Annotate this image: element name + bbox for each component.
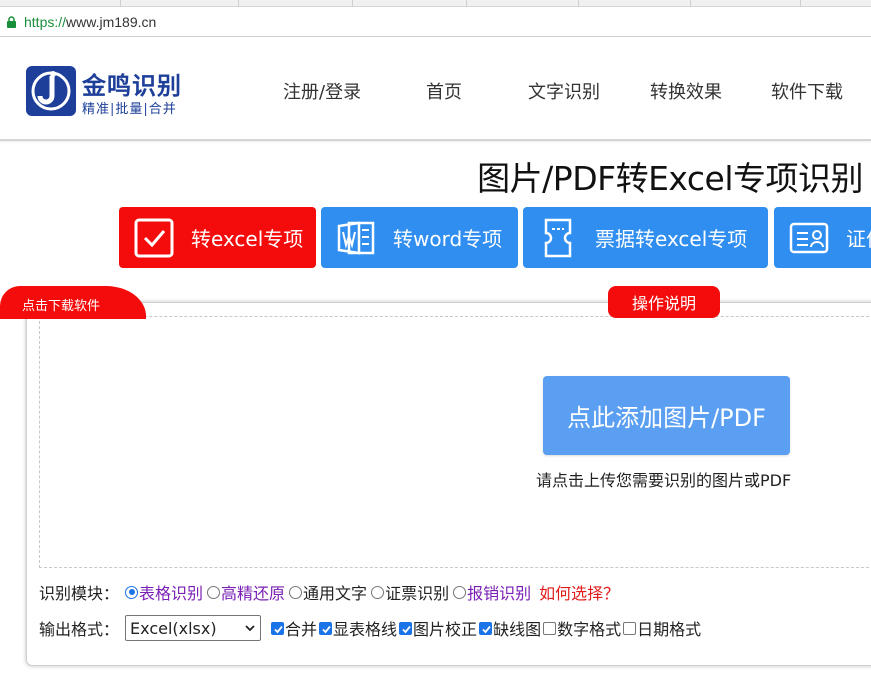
tab-divider	[238, 0, 239, 7]
checkbox-label: 显表格线	[333, 620, 398, 639]
number-format-checkbox[interactable]: 数字格式	[543, 616, 621, 640]
radio-indicator[interactable]	[289, 585, 303, 599]
checkbox-label: 图片校正	[413, 620, 478, 639]
radio-indicator[interactable]	[207, 585, 221, 599]
checkbox-icon	[134, 218, 174, 257]
module-label: 识别模块：	[39, 584, 120, 603]
id-card-icon	[789, 222, 829, 253]
checkbox-label: 合并	[285, 620, 318, 639]
site-logo[interactable]: 金鸣识别 精准|批量|合并	[26, 66, 196, 118]
checkbox-label: 缺线图	[493, 620, 542, 639]
merge-checkbox[interactable]: 合并	[271, 616, 317, 640]
tab-divider	[120, 0, 121, 7]
missing-lines-checkbox[interactable]: 缺线图	[479, 616, 541, 640]
site-header: 金鸣识别 精准|批量|合并 注册/登录 首页 文字识别 转换效果 软件下载	[0, 38, 871, 141]
module-option-label: 报销识别	[467, 584, 532, 603]
download-software-tab[interactable]: 点击下载软件	[0, 286, 146, 319]
module-certificate-radio[interactable]: 证票识别	[371, 580, 449, 604]
mode-ticket-excel-button[interactable]: 票据转excel专项	[523, 207, 768, 268]
tab-divider	[690, 0, 691, 7]
check-icon	[274, 625, 283, 633]
logo-mark-icon	[26, 66, 76, 116]
checkbox-indicator[interactable]	[319, 621, 333, 635]
checkbox-label: 日期格式	[637, 620, 702, 639]
radio-indicator[interactable]	[453, 585, 467, 599]
url-scheme: https://	[24, 14, 67, 30]
output-format-row: 输出格式： Excel(xlsx) 合并 显表格线 图片校正 缺线图 数字格式 …	[39, 615, 703, 641]
output-format-select[interactable]: Excel(xlsx)	[125, 615, 262, 641]
check-icon	[322, 625, 331, 633]
how-to-choose-link[interactable]: 如何选择？	[539, 580, 619, 604]
format-selected-value: Excel(xlsx)	[130, 618, 217, 638]
instructions-button[interactable]: 操作说明	[608, 286, 720, 318]
nav-text-recognition[interactable]: 文字识别	[528, 78, 600, 104]
module-reimbursement-radio[interactable]: 报销识别	[453, 580, 531, 604]
mode-id-card-button[interactable]: 证件	[774, 207, 871, 268]
image-correction-checkbox[interactable]: 图片校正	[399, 616, 477, 640]
tab-divider	[800, 0, 801, 7]
lock-icon	[7, 16, 16, 28]
check-icon	[482, 625, 491, 633]
ticket-icon	[544, 218, 572, 257]
radio-indicator[interactable]	[125, 585, 139, 599]
mode-word-label: 转word专项	[393, 227, 503, 251]
nav-register-login[interactable]: 注册/登录	[283, 78, 361, 104]
address-bar[interactable]: https://www.jm189.cn	[0, 7, 871, 37]
module-option-label: 高精还原	[221, 584, 286, 603]
mode-ticket-excel-label: 票据转excel专项	[595, 227, 748, 251]
nav-conversion-results[interactable]: 转换效果	[650, 78, 722, 104]
checkbox-indicator[interactable]	[623, 621, 637, 635]
mode-excel-button[interactable]: 转excel专项	[119, 207, 316, 268]
nav-software-download[interactable]: 软件下载	[771, 78, 843, 104]
tab-divider	[466, 0, 467, 7]
tab-divider	[578, 0, 579, 7]
tab-divider	[352, 0, 353, 7]
page-title: 图片/PDF转Excel专项识别	[477, 159, 863, 198]
module-high-precision-radio[interactable]: 高精还原	[207, 580, 285, 604]
browser-tabstrip	[0, 0, 871, 7]
check-icon	[402, 625, 411, 633]
module-option-label: 证票识别	[385, 584, 450, 603]
url-host: www.jm189.cn	[66, 14, 157, 30]
logo-subtitle: 精准|批量|合并	[82, 102, 177, 117]
checkbox-indicator[interactable]	[271, 621, 285, 635]
recognition-module-row: 识别模块： 表格识别 高精还原 通用文字 证票识别 报销识别 如何选择？	[39, 580, 619, 604]
nav-home[interactable]: 首页	[426, 78, 462, 104]
radio-indicator[interactable]	[371, 585, 385, 599]
checkbox-label: 数字格式	[557, 620, 622, 639]
show-grid-lines-checkbox[interactable]: 显表格线	[319, 616, 397, 640]
module-general-text-radio[interactable]: 通用文字	[289, 580, 367, 604]
mode-id-card-label: 证件	[846, 227, 871, 251]
checkbox-indicator[interactable]	[543, 621, 557, 635]
date-format-checkbox[interactable]: 日期格式	[623, 616, 701, 640]
format-label: 输出格式：	[39, 620, 120, 639]
module-option-label: 表格识别	[139, 584, 204, 603]
module-option-label: 通用文字	[303, 584, 368, 603]
add-image-pdf-button[interactable]: 点此添加图片/PDF	[543, 376, 790, 455]
url-text[interactable]: https://www.jm189.cn	[24, 14, 156, 30]
upload-hint: 请点击上传您需要识别的图片或PDF	[536, 471, 792, 490]
chevron-down-icon	[245, 625, 255, 632]
word-icon	[337, 221, 375, 254]
checkbox-indicator[interactable]	[479, 621, 493, 635]
mode-excel-label: 转excel专项	[191, 227, 304, 251]
module-table-radio[interactable]: 表格识别	[125, 580, 203, 604]
mode-word-button[interactable]: 转word专项	[321, 207, 518, 268]
logo-title: 金鸣识别	[82, 72, 182, 100]
checkbox-indicator[interactable]	[399, 621, 413, 635]
